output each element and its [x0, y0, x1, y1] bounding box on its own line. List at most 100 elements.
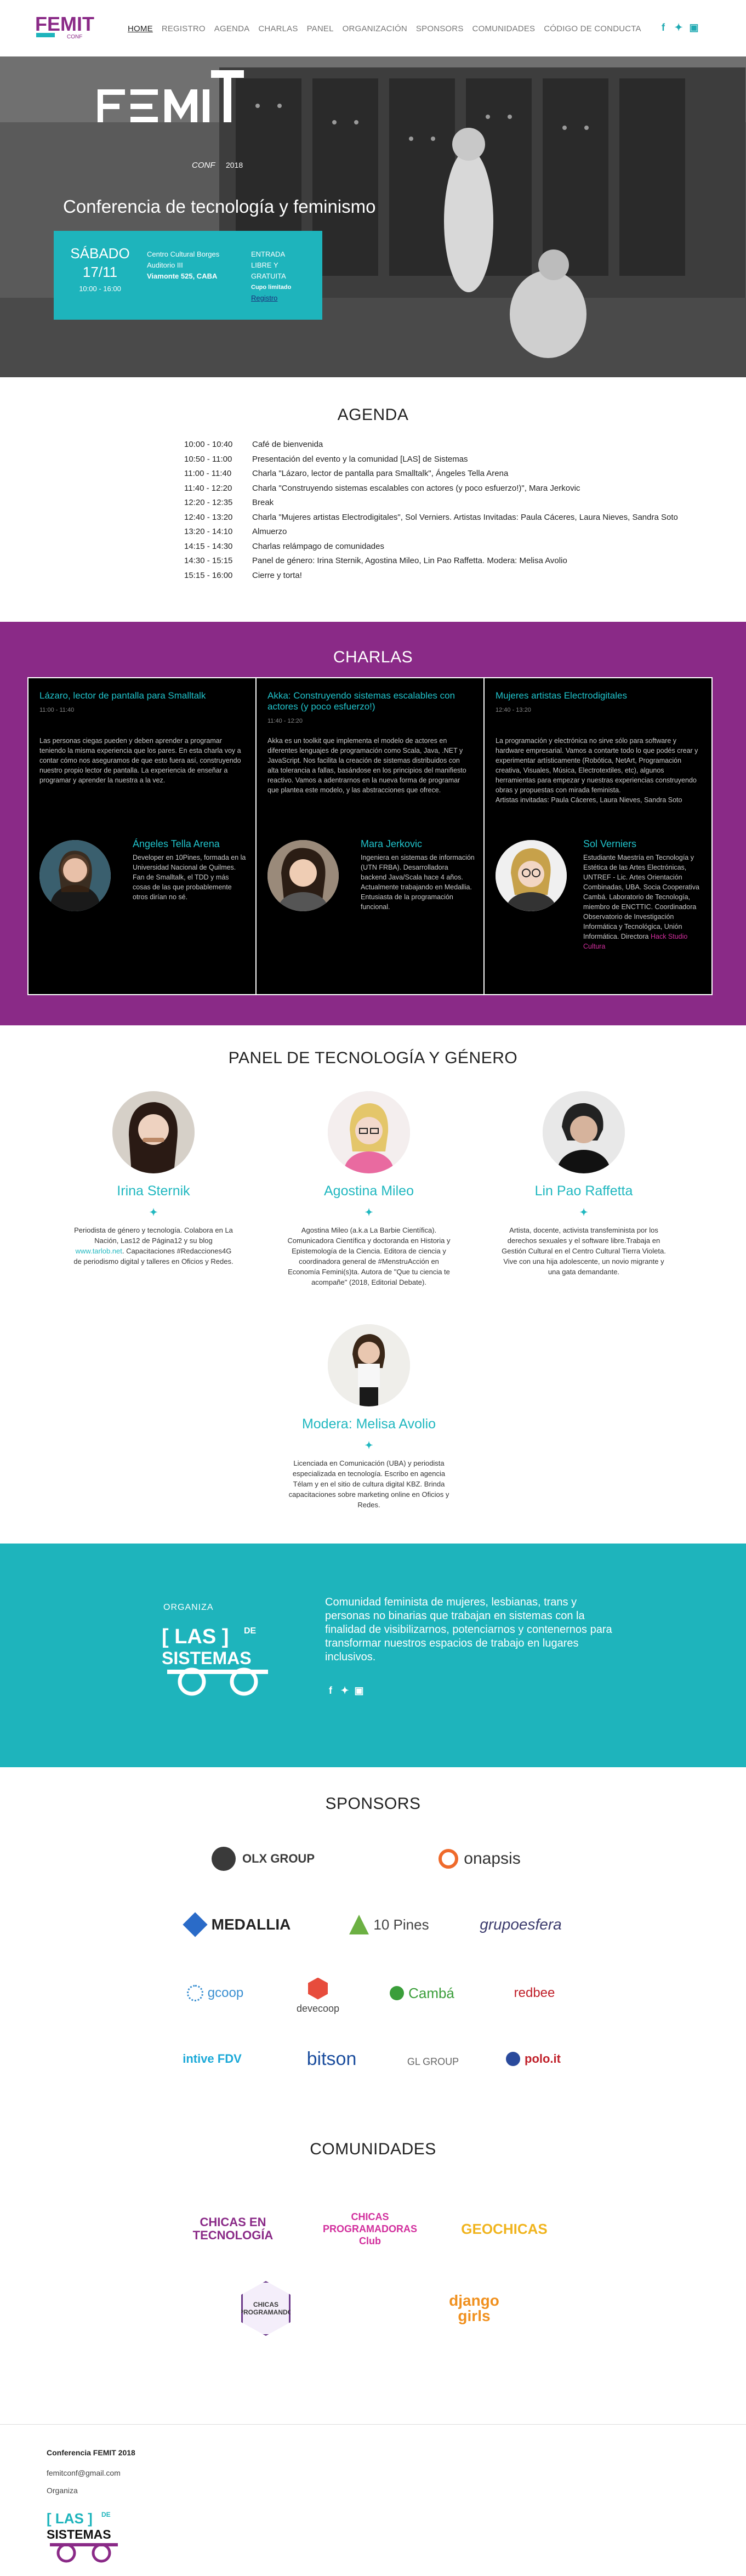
gcoop-icon	[186, 1985, 203, 2001]
twitter-icon[interactable]: ✦	[339, 1685, 350, 1696]
twitter-icon[interactable]: ✦	[71, 1207, 236, 1218]
venue-address: Viamonte 525, CABA	[147, 272, 218, 280]
charla-title: Akka: Construyendo sistemas escalables c…	[267, 690, 455, 712]
facebook-icon[interactable]: f	[658, 22, 669, 33]
sponsor-poloit-logo[interactable]: polo.it	[492, 2042, 574, 2075]
twitter-icon[interactable]: ✦	[287, 1207, 451, 1218]
entry-limit: Cupo limitado	[251, 284, 292, 291]
community-chicas-programadoras-logo[interactable]: CHICAS PROGRAMADORAS Club	[312, 2210, 428, 2248]
agenda-row: 10:50 - 11:00 Presentación del evento y l…	[184, 452, 678, 467]
entry-line-1: ENTRADA	[251, 250, 286, 258]
sponsor-medallia-logo[interactable]: MEDALLIA	[167, 1905, 310, 1944]
agenda-item-text: Café de bienvenida	[252, 440, 323, 449]
agenda-row: 12:20 - 12:35 Break	[184, 496, 678, 510]
event-date: 17/11	[82, 264, 118, 280]
speaker-name: Ángeles Tella Arena	[133, 838, 220, 849]
twitter-icon[interactable]: ✦	[287, 1440, 451, 1451]
charla-time: 12:40 - 13:20	[496, 707, 531, 713]
charla-description: Las personas ciegas pueden y deben apren…	[39, 737, 241, 784]
agenda-title: AGENDA	[337, 406, 409, 424]
footer-email[interactable]: femitconf@gmail.com	[47, 2469, 121, 2477]
panelist-bio: Periodista de género y tecnología. Colab…	[71, 1225, 236, 1267]
sponsor-10pines-logo[interactable]: 10 Pines	[334, 1905, 444, 1944]
top-nav: FEMIT CONF HOME REGISTRO AGENDA CHARLAS …	[0, 0, 746, 56]
registro-link[interactable]: Registro	[251, 293, 291, 304]
sponsor-name: intive FDV	[183, 2052, 242, 2066]
svg-text:SISTEMAS: SISTEMAS	[162, 1648, 252, 1668]
agenda-time: 10:50 - 11:00	[184, 454, 232, 464]
venue-name: Centro Cultural Borges	[147, 250, 220, 258]
onapsis-icon	[439, 1849, 459, 1869]
instagram-icon[interactable]: ▣	[354, 1685, 365, 1696]
agenda-time: 12:40 - 13:20	[184, 512, 233, 522]
agenda-item-text: Almuerzo	[252, 527, 287, 536]
femit-logo-small[interactable]: FEMIT CONF	[35, 10, 95, 43]
instagram-icon[interactable]: ▣	[688, 22, 699, 33]
charla-description: Akka es un toolkit que implementa el mod…	[267, 737, 466, 794]
agenda-item-text: Cierre y torta!	[252, 570, 302, 580]
nav-charlas[interactable]: CHARLAS	[254, 24, 302, 33]
agenda-item-text: Charlas relámpago de comunidades	[252, 541, 384, 551]
comunidades-title: COMUNIDADES	[310, 2140, 436, 2158]
agenda-row: 11:40 - 12:20 Charla "Construyendo sistem…	[184, 481, 678, 496]
nav-codigo-conducta[interactable]: CÓDIGO DE CONDUCTA	[539, 24, 646, 33]
sponsor-gcoop-logo[interactable]: gcoop	[170, 1974, 260, 2012]
community-django-girls-logo[interactable]: django girls	[436, 2276, 512, 2341]
nav-sponsors[interactable]: SPONSORS	[412, 24, 468, 33]
community-name: CHICAS EN TECNOLOGÍA	[192, 2215, 274, 2242]
panelist-name: Modera: Melisa Avolio	[301, 1416, 436, 1432]
sponsor-name: MEDALLIA	[211, 1916, 291, 1933]
panelist-photo	[328, 1324, 410, 1406]
blog-link[interactable]: www.tarlob.net	[76, 1247, 122, 1255]
charla-card: Lázaro, lector de pantalla para Smalltal…	[29, 678, 257, 994]
agenda-time: 10:00 - 10:40	[184, 440, 233, 449]
sponsor-bitson-logo[interactable]: bitson	[291, 2040, 373, 2078]
sponsor-gl-group-logo[interactable]: GL GROUP	[403, 2040, 463, 2084]
camba-icon	[390, 1986, 405, 2000]
agenda-item-text: Charla "Mujeres artistas Electrodigitale…	[252, 512, 678, 522]
charla-title: Mujeres artistas Electrodigitales	[496, 690, 627, 701]
sponsor-intive-logo[interactable]: intive FDV	[171, 2042, 253, 2075]
nav-home[interactable]: HOME	[123, 24, 157, 33]
agenda-item-text: Charla "Lázaro, lector de pantalla para …	[252, 469, 509, 478]
organiza-description: Comunidad feminista de mujeres, lesbiana…	[325, 1596, 612, 1663]
sponsor-grupoesfera-logo[interactable]: grupoesfera	[463, 1905, 578, 1944]
sponsor-name: polo.it	[525, 2052, 561, 2066]
sponsor-onapsis-logo[interactable]: onapsis	[411, 1840, 548, 1878]
speaker-photo	[496, 840, 567, 911]
charlas-title: CHARLAS	[333, 648, 413, 666]
sponsor-redbee-logo[interactable]: redbee	[493, 1971, 576, 2015]
panelist-bio: Agostina Mileo (a.k.a La Barbie Científi…	[287, 1226, 451, 1286]
sponsor-name: bitson	[306, 2048, 357, 2069]
nav-comunidades[interactable]: COMUNIDADES	[468, 24, 540, 33]
nav-agenda[interactable]: AGENDA	[210, 24, 254, 33]
nav-panel[interactable]: PANEL	[303, 24, 338, 33]
event-time: 10:00 - 16:00	[79, 285, 121, 293]
sponsor-olx-logo[interactable]: OLX GROUP	[197, 1840, 329, 1878]
pine-icon	[349, 1915, 369, 1934]
agenda-row: 12:40 - 13:20 Charla "Mujeres artistas El…	[184, 510, 678, 525]
twitter-icon[interactable]: ✦	[502, 1207, 666, 1218]
twitter-icon[interactable]: ✦	[673, 22, 684, 33]
panelist-bio-text: Periodista de género y tecnología. Colab…	[74, 1226, 233, 1245]
community-name: CHICAS PROGRAMADORAS Club	[322, 2211, 417, 2246]
facebook-icon[interactable]: f	[325, 1685, 336, 1696]
panelist-photo	[328, 1091, 410, 1173]
agenda-time: 15:15 - 16:00	[184, 570, 233, 580]
sponsor-camba-logo[interactable]: Cambá	[378, 1974, 466, 2012]
poloit-icon	[506, 2052, 520, 2066]
panelist-name: Agostina Mileo	[324, 1183, 414, 1199]
footer-las-de-sistemas-logo[interactable]: [ LAS ] DE SISTEMAS	[47, 2507, 129, 2567]
las-de-sistemas-logo[interactable]: [ LAS ] DE SISTEMAS	[162, 1620, 282, 1697]
sponsor-devecoop-logo[interactable]: devecoop	[285, 1971, 351, 2021]
footer: Conferencia FEMIT 2018 femitconf@gmail.c…	[0, 2424, 746, 2576]
agenda-item-text: Panel de género: Irina Sternik, Agostina…	[252, 556, 567, 565]
agenda-list: 10:00 - 10:40 Café de bienvenida 10:50 - 1…	[184, 438, 678, 583]
agenda-time: 11:00 - 11:40	[184, 469, 232, 478]
nav-organizacion[interactable]: ORGANIZACIÓN	[338, 24, 412, 33]
community-chicas-en-tecnologia-logo[interactable]: CHICAS EN TECNOLOGÍA	[181, 2210, 285, 2248]
footer-title: Conferencia FEMIT 2018	[47, 2448, 135, 2457]
nav-registro[interactable]: REGISTRO	[157, 24, 210, 33]
community-chicas-programando-logo[interactable]: CHICAS PROGRAMANDO	[236, 2276, 296, 2341]
community-geochicas-logo[interactable]: GEOCHICAS	[452, 2210, 556, 2248]
